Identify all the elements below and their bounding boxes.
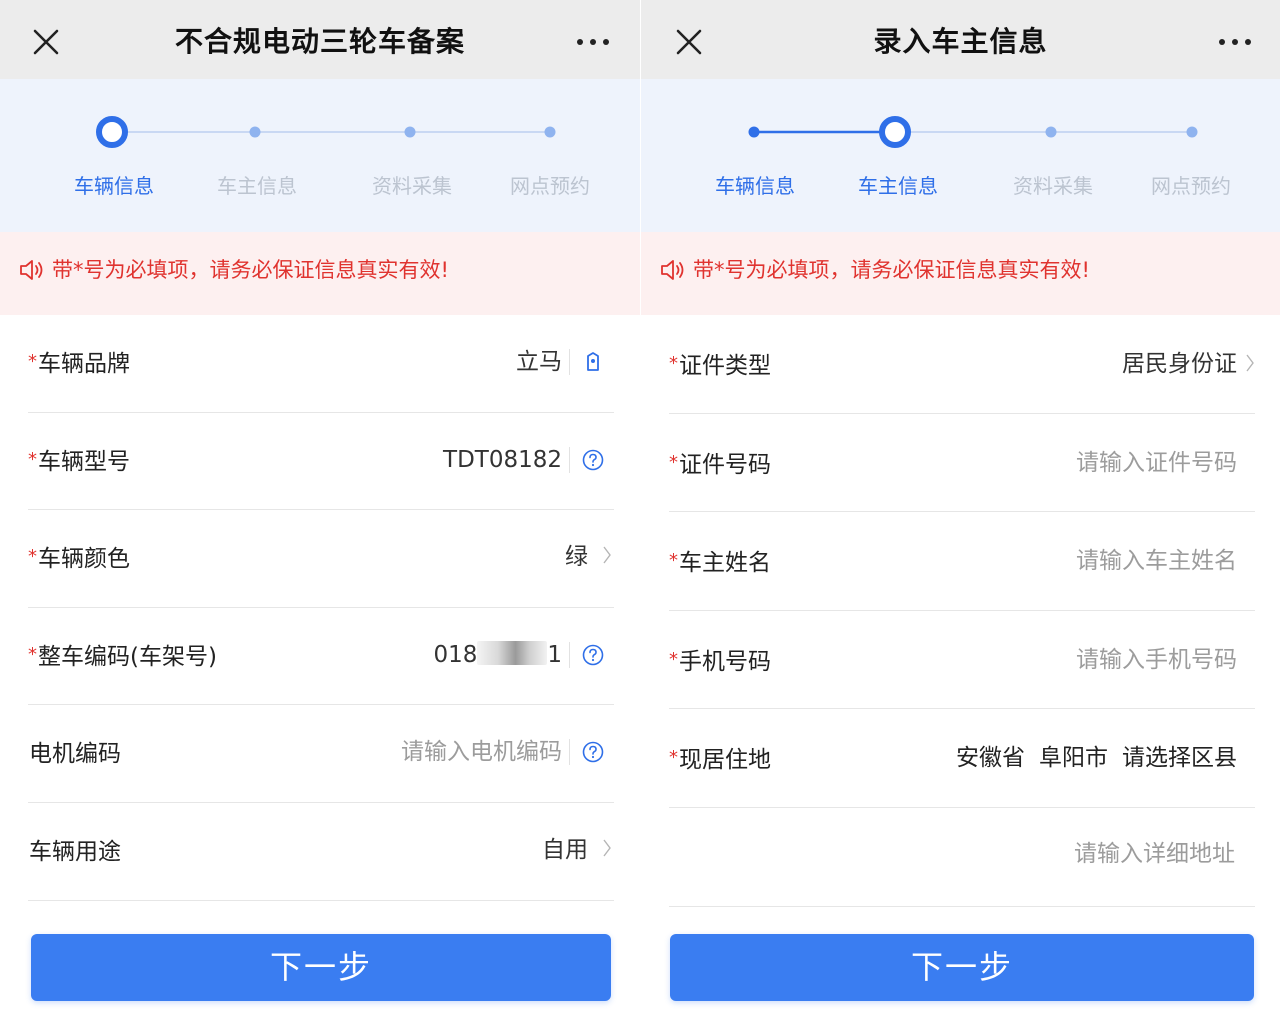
next-step-button[interactable]: 下一步 [670, 934, 1254, 1001]
next-step-button[interactable]: 下一步 [31, 934, 611, 1001]
step-done-dot [748, 126, 760, 138]
step-pending-dot [249, 126, 261, 138]
field-vehicle-model[interactable]: *车辆型号 TDT08182 [28, 413, 614, 511]
motor-number-input[interactable]: 请输入电机编码 [401, 705, 562, 799]
city-select[interactable]: 阜阳市 [1039, 745, 1108, 771]
field-label: *证件号码 [669, 451, 771, 478]
divider [569, 349, 570, 375]
id-type-value[interactable]: 居民身份证 [1122, 315, 1237, 413]
speaker-icon [661, 260, 684, 280]
field-label: *车主姓名 [669, 550, 771, 577]
help-icon[interactable] [582, 644, 604, 666]
required-notice: 带*号为必填项，请务必保证信息真实有效! [0, 232, 640, 315]
field-label: *车辆颜色 [28, 546, 130, 573]
tag-icon[interactable] [582, 351, 604, 373]
divider [569, 739, 570, 766]
usage-value[interactable]: 自用 [542, 803, 588, 897]
detailed-address-input[interactable]: 请输入详细地址 [1074, 808, 1235, 900]
progress-steps: 车辆信息 车主信息 资料采集 网点预约 [641, 79, 1280, 232]
divider [569, 446, 570, 473]
step-vehicle-info[interactable]: 车辆信息 [54, 170, 174, 199]
chevron-right-icon [603, 839, 611, 857]
notice-text: 带*号为必填项，请务必保证信息真实有效! [693, 258, 1090, 282]
chevron-right-icon [1246, 354, 1254, 372]
field-label: 电机编码 [29, 741, 121, 768]
step-owner-info[interactable]: 车主信息 [197, 170, 317, 199]
notice-text: 带*号为必填项，请务必保证信息真实有效! [52, 258, 449, 282]
step-pending-dot [1186, 126, 1198, 138]
field-label: *手机号码 [669, 648, 771, 675]
owner-name-input[interactable]: 请输入车主姓名 [1076, 512, 1237, 610]
step-data-collection[interactable]: 资料采集 [352, 170, 472, 199]
id-number-input[interactable]: 请输入证件号码 [1076, 414, 1237, 512]
field-label: *整车编码(车架号) [28, 643, 217, 670]
chevron-right-icon [603, 546, 611, 564]
owner-form: *证件类型 居民身份证 *证件号码 请输入证件号码 *车主姓名 请输入车主姓名 … [669, 315, 1255, 907]
step-pending-dot [544, 126, 556, 138]
field-vehicle-brand[interactable]: *车辆品牌 立马 [28, 315, 614, 413]
step-pending-dot [404, 126, 416, 138]
vehicle-info-screen: 不合规电动三轮车备案 车辆信息 车主信息 资料采集 网点预约 带*号为必填项，请… [0, 0, 640, 1031]
field-phone-number[interactable]: *手机号码 请输入手机号码 [669, 611, 1255, 710]
field-vehicle-color[interactable]: *车辆颜色 绿 [28, 510, 614, 608]
field-detailed-address[interactable]: 请输入详细地址 [669, 808, 1255, 907]
title-bar: 不合规电动三轮车备案 [0, 0, 640, 79]
region-picker: 安徽省 阜阳市 请选择区县 [942, 709, 1237, 807]
step-current-dot [879, 116, 911, 148]
step-outlet-booking[interactable]: 网点预约 [1131, 170, 1251, 199]
field-motor-number[interactable]: 电机编码 请输入电机编码 [28, 705, 614, 803]
title-bar: 录入车主信息 [641, 0, 1280, 79]
step-data-collection[interactable]: 资料采集 [993, 170, 1113, 199]
vehicle-form: *车辆品牌 立马 *车辆型号 TDT08182 *车辆颜色 绿 *整车编码(车架… [28, 315, 614, 901]
brand-value[interactable]: 立马 [516, 315, 562, 409]
page-title: 不合规电动三轮车备案 [174, 25, 465, 58]
owner-info-screen: 录入车主信息 车辆信息 车主信息 资料采集 网点预约 带*号为必填项，请务必保证… [641, 0, 1280, 1031]
province-select[interactable]: 安徽省 [956, 745, 1025, 771]
color-value[interactable]: 绿 [565, 510, 588, 604]
field-label: *车辆品牌 [28, 351, 130, 377]
model-value[interactable]: TDT08182 [443, 413, 562, 507]
field-label: *现居住地 [669, 747, 771, 774]
more-options-icon[interactable] [576, 34, 610, 50]
field-label: *证件类型 [669, 353, 771, 379]
progress-steps: 车辆信息 车主信息 资料采集 网点预约 [0, 79, 640, 232]
progress-track [96, 116, 556, 148]
step-vehicle-info[interactable]: 车辆信息 [695, 170, 815, 199]
required-notice: 带*号为必填项，请务必保证信息真实有效! [641, 232, 1280, 315]
field-residence: *现居住地 安徽省 阜阳市 请选择区县 [669, 709, 1255, 808]
field-owner-name[interactable]: *车主姓名 请输入车主姓名 [669, 512, 1255, 611]
step-outlet-booking[interactable]: 网点预约 [490, 170, 610, 199]
field-id-type[interactable]: *证件类型 居民身份证 [669, 315, 1255, 414]
field-label: *车辆型号 [28, 448, 130, 475]
progress-track [748, 116, 1198, 148]
field-id-number[interactable]: *证件号码 请输入证件号码 [669, 414, 1255, 513]
page-title: 录入车主信息 [873, 25, 1048, 58]
speaker-icon [20, 260, 43, 280]
field-vehicle-usage[interactable]: 车辆用途 自用 [28, 803, 614, 901]
field-frame-number[interactable]: *整车编码(车架号) 018 1 [28, 608, 614, 706]
help-icon[interactable] [582, 449, 604, 471]
frame-number-value[interactable]: 018 1 [433, 608, 562, 702]
redacted-mask [477, 640, 548, 665]
field-label: 车辆用途 [29, 838, 121, 865]
phone-number-input[interactable]: 请输入手机号码 [1076, 611, 1237, 709]
step-current-dot [96, 116, 128, 148]
more-options-icon[interactable] [1218, 34, 1252, 50]
help-icon[interactable] [582, 741, 604, 763]
divider [569, 641, 570, 668]
step-pending-dot [1045, 126, 1057, 138]
district-select[interactable]: 请选择区县 [1122, 745, 1237, 771]
step-owner-info[interactable]: 车主信息 [838, 170, 958, 199]
